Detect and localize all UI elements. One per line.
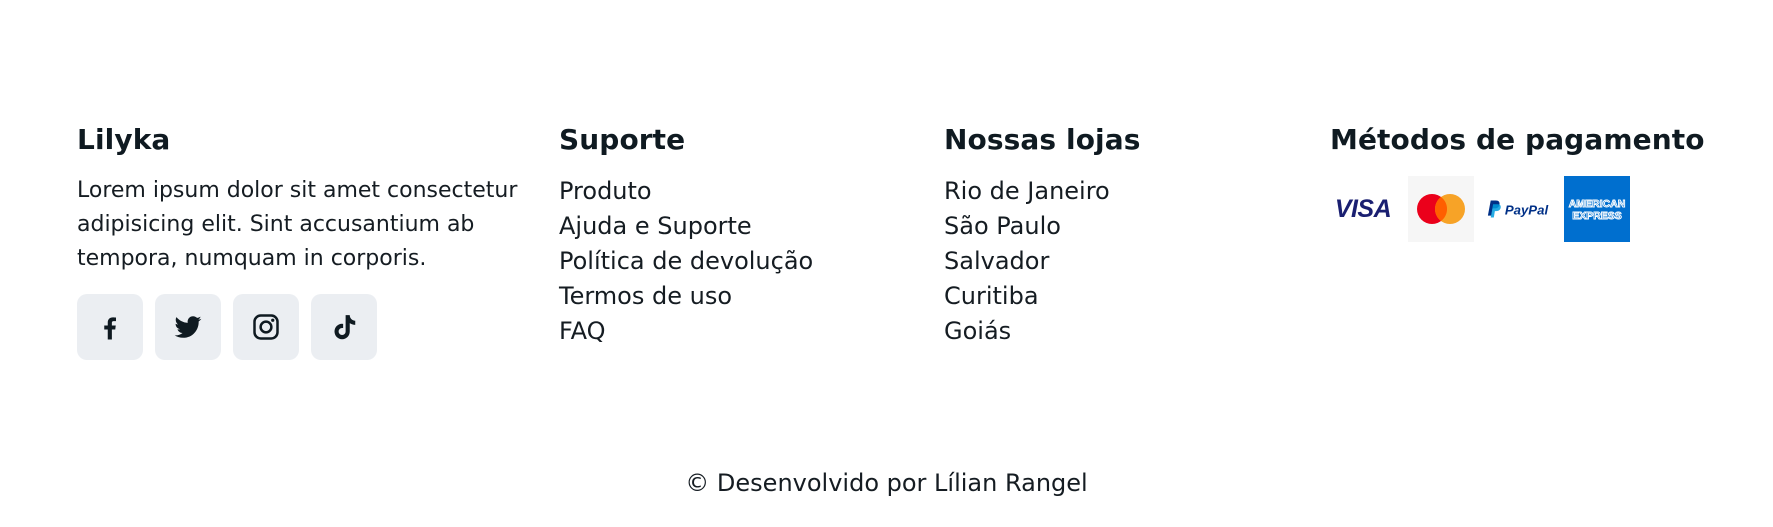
brand-title: Lilyka [77,123,171,156]
store-link-rio[interactable]: Rio de Janeiro [944,174,1284,209]
visa-text: VISA [1335,195,1391,223]
visa-logo: VISA [1330,176,1396,242]
paypal-text: PayPal [1505,203,1549,218]
instagram-icon [253,314,279,340]
payment-methods: VISA PayPal AMERICAN EXPRESS [1330,176,1730,242]
amex-line1: AMERICAN [1569,198,1626,210]
facebook-button[interactable] [77,294,143,360]
amex-line2: EXPRESS [1572,210,1622,222]
payment-title: Métodos de pagamento [1330,123,1705,156]
instagram-button[interactable] [233,294,299,360]
tiktok-button[interactable] [311,294,377,360]
store-links: Rio de Janeiro São Paulo Salvador Curiti… [944,174,1284,349]
support-links: Produto Ajuda e Suporte Política de devo… [559,174,899,349]
brand-column: Lilyka Lorem ipsum dolor sit amet consec… [77,120,537,360]
paypal-logo: PayPal [1486,176,1552,242]
amex-logo: AMERICAN EXPRESS [1564,176,1630,242]
tiktok-icon [334,315,356,340]
facebook-icon [104,317,116,340]
mastercard-logo [1408,176,1474,242]
support-title: Suporte [559,123,686,156]
payment-column: Métodos de pagamento VISA PayPal AMERICA… [1330,120,1730,242]
stores-title: Nossas lojas [944,123,1141,156]
copyright-text: © Desenvolvido por Lílian Rangel [685,469,1088,497]
brand-description: Lorem ipsum dolor sit amet consectetur a… [77,178,518,271]
support-column: Suporte Produto Ajuda e Suporte Política… [559,120,899,349]
twitter-icon [174,316,202,338]
social-links [77,294,537,360]
twitter-button[interactable] [155,294,221,360]
stores-column: Nossas lojas Rio de Janeiro São Paulo Sa… [944,120,1284,349]
store-link-goias[interactable]: Goiás [944,314,1284,349]
support-link-ajuda[interactable]: Ajuda e Suporte [559,209,899,244]
support-link-termos[interactable]: Termos de uso [559,279,899,314]
store-link-curitiba[interactable]: Curitiba [944,279,1284,314]
store-link-salvador[interactable]: Salvador [944,244,1284,279]
support-link-devolucao[interactable]: Política de devolução [559,244,899,279]
support-link-faq[interactable]: FAQ [559,314,899,349]
support-link-produto[interactable]: Produto [559,174,899,209]
store-link-sao-paulo[interactable]: São Paulo [944,209,1284,244]
